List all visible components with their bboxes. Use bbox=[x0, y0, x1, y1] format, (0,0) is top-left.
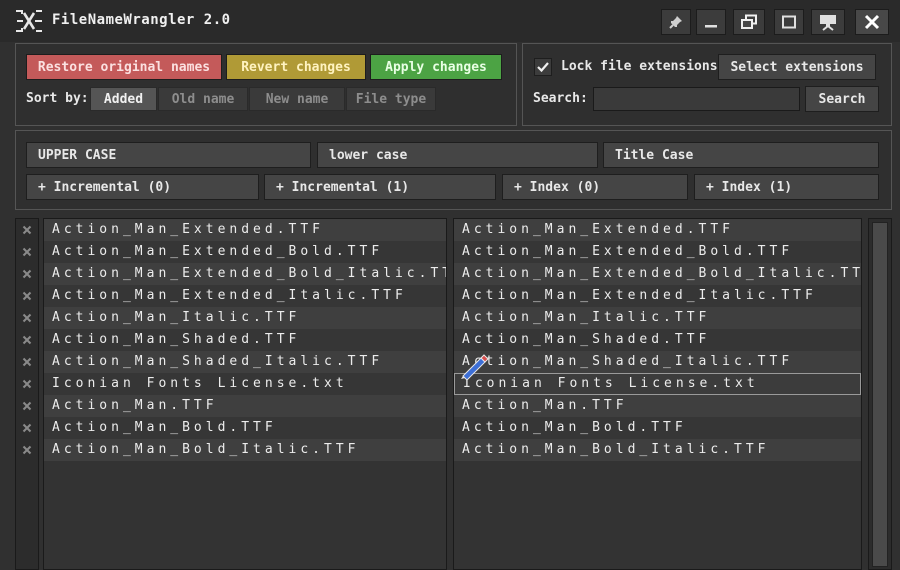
x-icon bbox=[22, 401, 32, 411]
lower-case-button[interactable]: lower case bbox=[317, 142, 598, 168]
x-icon bbox=[22, 357, 32, 367]
app-title: FileNameWrangler 2.0 bbox=[52, 12, 231, 28]
search-button[interactable]: Search bbox=[805, 86, 879, 112]
new-name-row[interactable]: Action_Man_Extended_Bold_Italic.TTF bbox=[454, 263, 861, 285]
incremental-0-button[interactable]: + Incremental (0) bbox=[26, 174, 259, 200]
x-icon bbox=[22, 291, 32, 301]
search-input[interactable] bbox=[593, 87, 800, 111]
old-name-row[interactable]: Iconian Fonts License.txt bbox=[44, 373, 446, 395]
x-icon bbox=[22, 269, 32, 279]
new-name-row[interactable]: Action_Man_Extended.TTF bbox=[454, 219, 861, 241]
minimize-button[interactable] bbox=[696, 9, 726, 35]
remove-row-button[interactable] bbox=[16, 351, 38, 373]
old-name-row[interactable]: Action_Man_Italic.TTF bbox=[44, 307, 446, 329]
new-name-row[interactable]: Action_Man_Extended_Bold.TTF bbox=[454, 241, 861, 263]
sort-tab-file-type[interactable]: File type bbox=[346, 87, 436, 111]
old-name-row[interactable]: Action_Man_Bold.TTF bbox=[44, 417, 446, 439]
remove-row-button[interactable] bbox=[16, 395, 38, 417]
x-icon bbox=[22, 225, 32, 235]
old-name-row[interactable]: Action_Man_Extended.TTF bbox=[44, 219, 446, 241]
x-icon bbox=[22, 445, 32, 455]
old-names-list: Action_Man_Extended.TTF Action_Man_Extend… bbox=[43, 218, 447, 570]
index-0-button[interactable]: + Index (0) bbox=[502, 174, 688, 200]
pencil-icon bbox=[461, 354, 489, 380]
restore-original-names-button[interactable]: Restore original names bbox=[26, 54, 222, 80]
lock-extensions-checkbox[interactable] bbox=[534, 58, 552, 76]
remove-row-button[interactable] bbox=[16, 417, 38, 439]
new-name-edit-field[interactable]: Iconian Fonts License.txt bbox=[454, 373, 861, 395]
scrollbar[interactable] bbox=[868, 218, 892, 570]
select-extensions-button[interactable]: Select extensions bbox=[718, 54, 876, 80]
title-case-button[interactable]: Title Case bbox=[603, 142, 879, 168]
title-bar: FileNameWrangler 2.0 bbox=[0, 0, 900, 42]
old-name-row[interactable]: Action_Man_Extended_Italic.TTF bbox=[44, 285, 446, 307]
maximize-button[interactable] bbox=[774, 9, 804, 35]
presentation-icon bbox=[820, 15, 836, 31]
close-button[interactable] bbox=[855, 9, 889, 35]
new-name-row[interactable]: Action_Man.TTF bbox=[454, 395, 861, 417]
old-name-row[interactable]: Action_Man_Shaded.TTF bbox=[44, 329, 446, 351]
presentation-button[interactable] bbox=[811, 9, 845, 35]
restore-window-icon bbox=[741, 14, 757, 29]
x-icon bbox=[22, 247, 32, 257]
x-icon bbox=[22, 379, 32, 389]
x-icon bbox=[22, 313, 32, 323]
new-names-list: Action_Man_Extended.TTF Action_Man_Extend… bbox=[453, 218, 862, 570]
sort-tab-new-name[interactable]: New name bbox=[249, 87, 345, 111]
new-name-row[interactable]: Action_Man_Shaded_Italic.TTF bbox=[454, 351, 861, 373]
remove-row-button[interactable] bbox=[16, 219, 38, 241]
remove-row-button[interactable] bbox=[16, 241, 38, 263]
old-name-row[interactable]: Action_Man.TTF bbox=[44, 395, 446, 417]
new-name-row[interactable]: Action_Man_Shaded.TTF bbox=[454, 329, 861, 351]
remove-row-button[interactable] bbox=[16, 285, 38, 307]
scrollbar-thumb[interactable] bbox=[872, 222, 888, 567]
filenamewrangler-logo-icon bbox=[16, 10, 42, 32]
old-name-row[interactable]: Action_Man_Extended_Bold_Italic.TTF bbox=[44, 263, 446, 285]
old-name-row[interactable]: Action_Man_Bold_Italic.TTF bbox=[44, 439, 446, 461]
new-name-row[interactable]: Action_Man_Bold.TTF bbox=[454, 417, 861, 439]
index-1-button[interactable]: + Index (1) bbox=[694, 174, 879, 200]
new-name-row[interactable]: Action_Man_Bold_Italic.TTF bbox=[454, 439, 861, 461]
new-name-row[interactable]: Action_Man_Extended_Italic.TTF bbox=[454, 285, 861, 307]
remove-row-button[interactable] bbox=[16, 439, 38, 461]
remove-row-button[interactable] bbox=[16, 307, 38, 329]
maximize-icon bbox=[782, 15, 796, 29]
old-name-row[interactable]: Action_Man_Shaded_Italic.TTF bbox=[44, 351, 446, 373]
apply-changes-button[interactable]: Apply changes bbox=[370, 54, 502, 80]
x-icon bbox=[22, 423, 32, 433]
sort-by-label: Sort by: bbox=[26, 91, 89, 106]
close-icon bbox=[864, 14, 880, 30]
search-label: Search: bbox=[533, 91, 588, 106]
incremental-1-button[interactable]: + Incremental (1) bbox=[264, 174, 496, 200]
restore-window-button[interactable] bbox=[733, 9, 765, 35]
checkmark-icon bbox=[537, 62, 549, 73]
new-name-row[interactable]: Action_Man_Italic.TTF bbox=[454, 307, 861, 329]
remove-row-button[interactable] bbox=[16, 373, 38, 395]
minimize-icon bbox=[705, 25, 717, 28]
sort-tab-old-name[interactable]: Old name bbox=[158, 87, 248, 111]
remove-row-button[interactable] bbox=[16, 263, 38, 285]
remove-row-button[interactable] bbox=[16, 329, 38, 351]
lock-extensions-label: Lock file extensions bbox=[561, 59, 718, 74]
remove-column bbox=[15, 218, 39, 570]
upper-case-button[interactable]: UPPER CASE bbox=[26, 142, 311, 168]
sort-tab-added[interactable]: Added bbox=[90, 87, 157, 111]
x-icon bbox=[22, 335, 32, 345]
pin-button[interactable] bbox=[661, 9, 691, 35]
revert-changes-button[interactable]: Revert changes bbox=[226, 54, 366, 80]
pin-icon bbox=[669, 16, 682, 29]
old-name-row[interactable]: Action_Man_Extended_Bold.TTF bbox=[44, 241, 446, 263]
